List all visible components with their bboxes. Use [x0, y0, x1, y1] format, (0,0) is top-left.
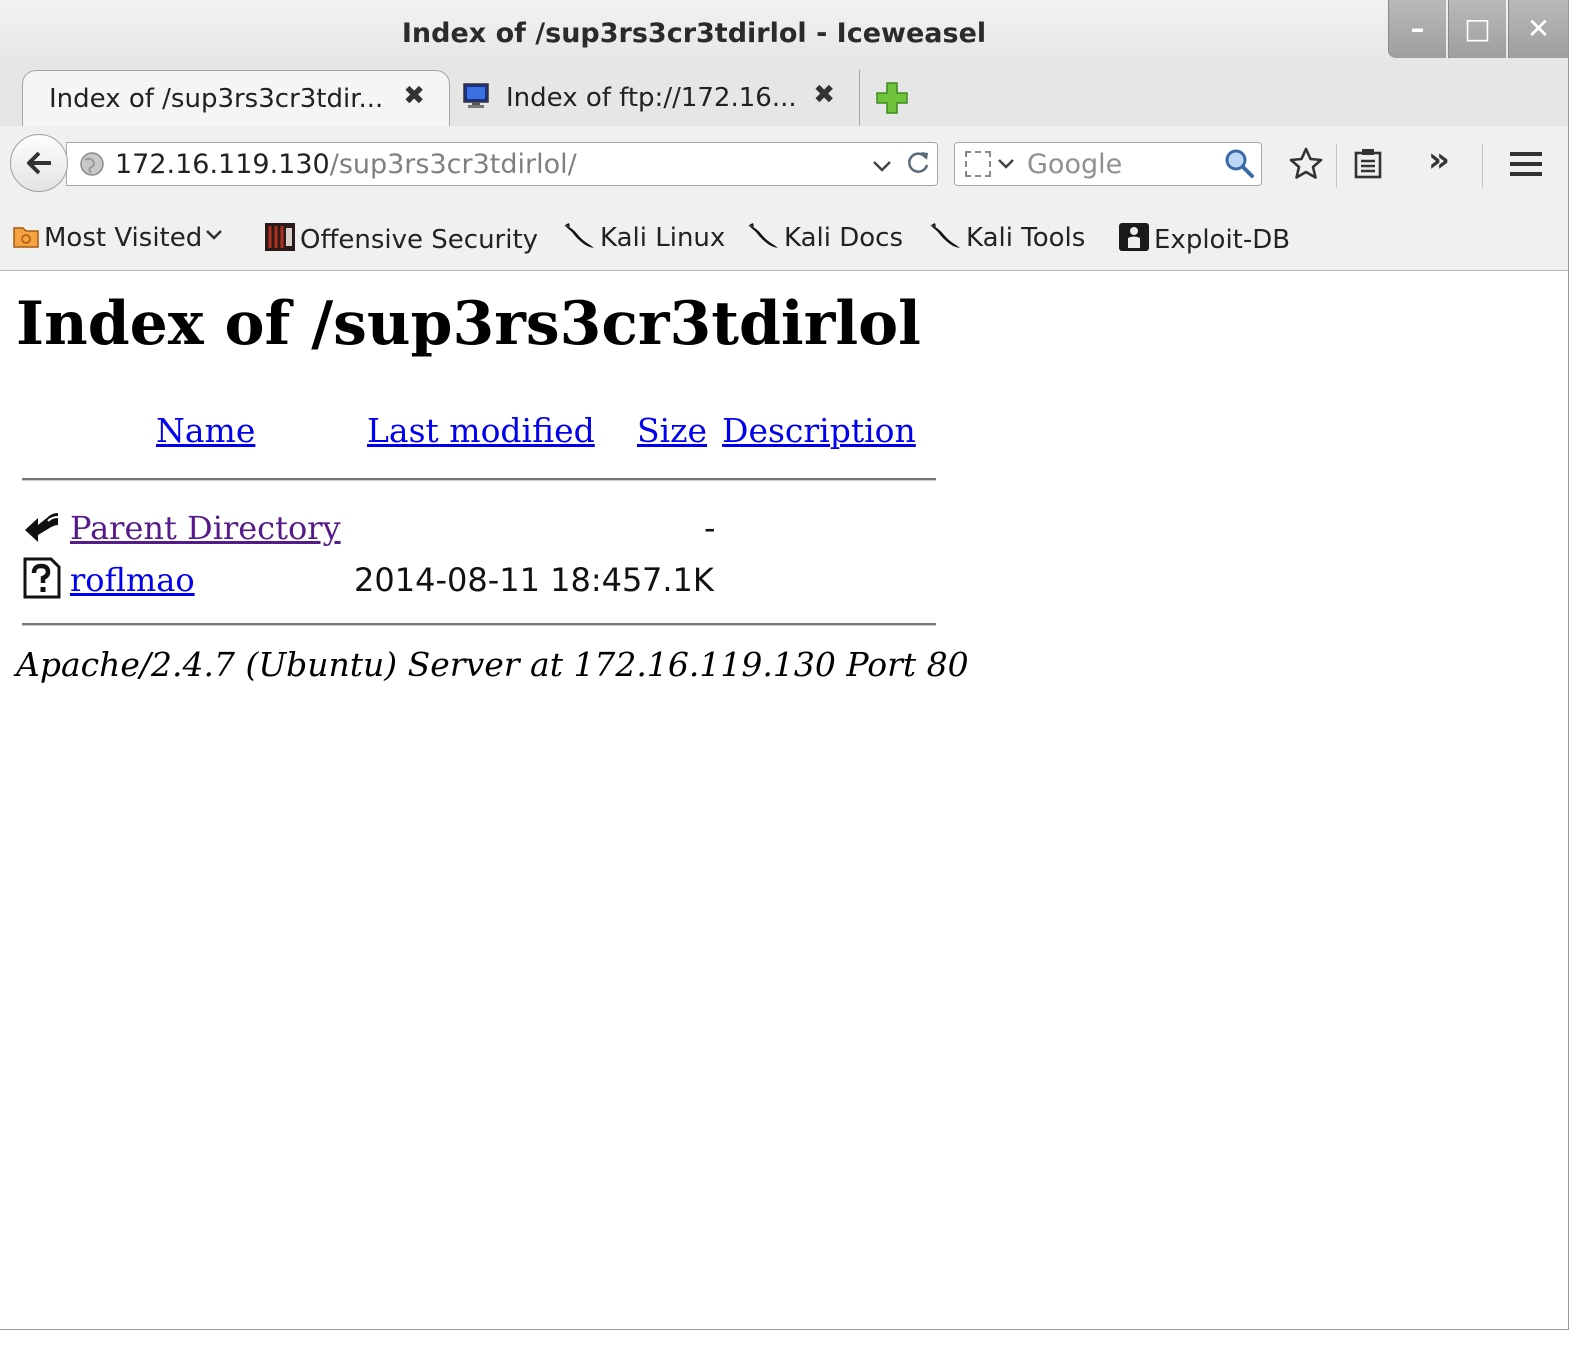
bookmark-kali-linux[interactable]: Kali Linux — [562, 222, 725, 256]
tab-close-icon[interactable]: ✖ — [813, 80, 835, 110]
search-engine-dropdown-icon[interactable] — [997, 155, 1015, 173]
new-tab-plus-icon[interactable] — [874, 80, 910, 116]
bookmark-offensive-security[interactable]: Offensive Security — [264, 222, 538, 256]
folder-icon — [13, 227, 39, 248]
kali-dragon-icon — [748, 223, 778, 248]
row-size: - — [704, 509, 716, 547]
header-divider — [22, 478, 936, 481]
bookmark-label: Most Visited — [44, 223, 203, 253]
search-icon[interactable] — [1223, 147, 1255, 179]
bookmark-star-icon[interactable] — [1286, 144, 1326, 184]
tab-directory-index[interactable]: Index of /sup3rs3cr3tdir... ✖ — [22, 70, 450, 126]
bookmark-label: Offensive Security — [300, 225, 539, 255]
reload-icon[interactable] — [903, 147, 933, 177]
tab-label: Index of /sup3rs3cr3tdir... — [49, 84, 384, 114]
toolbar-separator — [1482, 144, 1483, 188]
page-content: Index of /sup3rs3cr3tdirlol Name Last mo… — [0, 271, 1568, 1329]
url-path: /sup3rs3cr3tdirlol/ — [329, 149, 577, 180]
globe-icon — [80, 152, 104, 176]
history-dropdown-icon[interactable] — [871, 155, 893, 177]
column-header-description[interactable]: Description — [722, 411, 916, 450]
toolbar-overflow-button[interactable]: » — [1428, 140, 1450, 180]
window-title: Index of /sup3rs3cr3tdirlol - Iceweasel — [401, 18, 987, 49]
kali-dragon-icon — [930, 223, 960, 248]
toolbar-separator — [1336, 144, 1337, 188]
bookmark-label: Kali Docs — [784, 223, 904, 253]
minimize-button[interactable]: – — [1388, 0, 1446, 58]
tab-ftp-index[interactable]: Index of ftp://172.16... ✖ — [452, 70, 860, 126]
url-bar[interactable]: 172.16.119.130/sup3rs3cr3tdirlol/ — [66, 142, 938, 186]
bookmark-label: Kali Linux — [600, 223, 726, 253]
row-last-modified: 2014-08-11 18:45 — [354, 561, 643, 599]
browser-window: Index of /sup3rs3cr3tdirlol - Iceweasel … — [0, 0, 1569, 1330]
search-placeholder: Google — [1027, 149, 1123, 180]
close-window-button[interactable]: ✕ — [1508, 0, 1568, 58]
page-heading: Index of /sup3rs3cr3tdirlol — [16, 289, 921, 359]
navigation-bar: 172.16.119.130/sup3rs3cr3tdirlol/ Google — [0, 126, 1568, 202]
back-arrow-icon — [25, 513, 59, 542]
url-text: 172.16.119.130/sup3rs3cr3tdirlol/ — [115, 149, 577, 180]
bookmark-kali-docs[interactable]: Kali Docs — [746, 222, 903, 256]
back-arrow-icon — [27, 151, 51, 175]
file-link-roflmao[interactable]: roflmao — [70, 561, 195, 599]
search-bar[interactable]: Google — [954, 142, 1262, 186]
tab-label: Index of ftp://172.16... — [506, 83, 797, 113]
footer-divider — [22, 623, 936, 626]
tab-close-icon[interactable]: ✖ — [403, 81, 425, 111]
bookmark-label: Kali Tools — [966, 223, 1086, 253]
column-header-size[interactable]: Size — [637, 411, 707, 450]
chevron-down-icon — [206, 230, 223, 240]
bookmark-kali-tools[interactable]: Kali Tools — [928, 222, 1085, 256]
bookmark-label: Exploit-DB — [1154, 225, 1291, 255]
column-header-last-modified[interactable]: Last modified — [367, 411, 595, 450]
title-bar: Index of /sup3rs3cr3tdirlol - Iceweasel … — [0, 0, 1568, 64]
url-host: 172.16.119.130 — [115, 149, 330, 180]
server-signature: Apache/2.4.7 (Ubuntu) Server at 172.16.1… — [16, 645, 969, 684]
bookmark-most-visited[interactable]: Most Visited — [12, 222, 224, 256]
bookmarks-toolbar: Most Visited Offensive Security Kali Lin… — [0, 202, 1568, 271]
search-engine-icon[interactable] — [965, 151, 991, 177]
bookmarks-menu-icon[interactable] — [1348, 144, 1388, 184]
row-size: 7.1K — [642, 561, 714, 599]
monitor-icon — [463, 83, 489, 108]
kali-dragon-icon — [564, 223, 594, 248]
bookmark-exploit-db[interactable]: Exploit-DB — [1118, 222, 1290, 256]
unknown-file-icon — [23, 557, 61, 599]
maximize-button[interactable]: □ — [1448, 0, 1506, 58]
hamburger-menu-icon[interactable] — [1506, 144, 1546, 184]
tab-strip: Index of /sup3rs3cr3tdir... ✖ Index of f… — [0, 64, 1568, 127]
parent-directory-link[interactable]: Parent Directory — [70, 509, 341, 547]
column-header-name[interactable]: Name — [156, 411, 255, 450]
exploitdb-icon — [1119, 223, 1149, 251]
back-button[interactable] — [10, 134, 68, 192]
offsec-icon — [265, 223, 295, 251]
